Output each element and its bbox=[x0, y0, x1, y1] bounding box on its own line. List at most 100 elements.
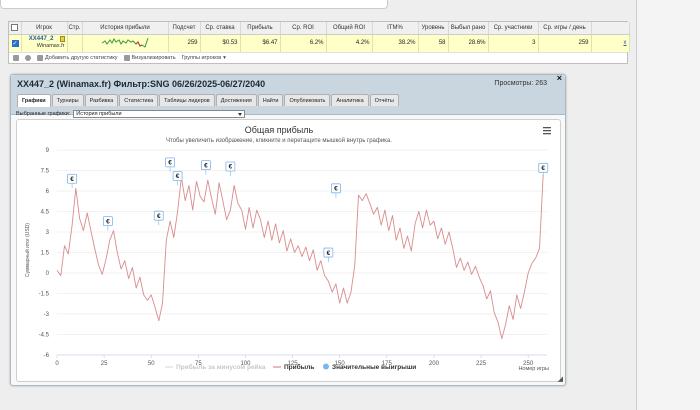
header-profit-history[interactable]: История прибыли bbox=[82, 22, 169, 35]
resize-handle-icon[interactable]: ◢ bbox=[558, 376, 563, 383]
total-roi-cell: 4.2% bbox=[326, 34, 373, 52]
big-win-marker[interactable]: € bbox=[225, 161, 236, 176]
header-level[interactable]: Уровень bbox=[418, 22, 449, 35]
legend-item-big-wins[interactable]: Значительные выигрыши bbox=[323, 363, 416, 372]
page-cell bbox=[67, 34, 83, 52]
big-win-marker[interactable]: € bbox=[538, 162, 549, 178]
x-tick-label: 200 bbox=[429, 361, 440, 367]
tab-analytics[interactable]: Аналитика bbox=[331, 94, 369, 106]
tab-tournaments[interactable]: Турниры bbox=[51, 94, 84, 106]
y-tick-label: 6 bbox=[46, 189, 50, 195]
header-avg-stake[interactable]: Ср. ставка bbox=[200, 22, 241, 35]
chart-menu-icon[interactable] bbox=[543, 127, 551, 135]
big-win-label: € bbox=[70, 176, 74, 183]
player-graph-panel: XX447_2 (Winamax.fr) Фильтр:SNG 06/26/20… bbox=[10, 73, 566, 386]
y-tick-label: -4.5 bbox=[39, 333, 50, 339]
visualize-button[interactable]: Визуализировать bbox=[123, 55, 176, 61]
y-tick-label: 4.5 bbox=[41, 210, 50, 216]
player-name-link[interactable]: XX447_2 bbox=[29, 36, 54, 42]
header-count[interactable]: Подсчет bbox=[168, 22, 201, 35]
table-header-row: Игрок Стр. История прибыли Подсчет Ср. с… bbox=[9, 22, 630, 35]
chart-container[interactable]: 9 7.5 6 4.5 3 1.5 0 -1.5 -3 -4.5 -6 0 25 50 75 100 125 15… bbox=[16, 119, 561, 382]
big-win-marker[interactable]: € bbox=[331, 183, 341, 198]
chart-icon bbox=[123, 55, 130, 61]
close-icon[interactable]: × bbox=[557, 73, 562, 83]
header-games-per-day[interactable]: Ср. игры / день bbox=[538, 22, 592, 35]
tab-achievements[interactable]: Достижения bbox=[215, 94, 257, 106]
refresh-icon[interactable] bbox=[25, 55, 31, 61]
tab-breakdown[interactable]: Разбивка bbox=[84, 94, 119, 106]
itm-cell: 38.2% bbox=[372, 34, 419, 52]
tab-statistics[interactable]: Статистика bbox=[119, 94, 159, 106]
tab-reports[interactable]: Отчёты bbox=[369, 94, 399, 106]
avg-stake-cell: $0.53 bbox=[200, 34, 241, 52]
legend-label-profit: Прибыль bbox=[284, 363, 314, 371]
big-win-label: € bbox=[168, 160, 172, 167]
big-win-marker[interactable]: € bbox=[323, 247, 334, 263]
header-extra bbox=[591, 22, 630, 35]
big-win-label: € bbox=[204, 162, 208, 169]
y-tick-label: 7.5 bbox=[41, 169, 50, 175]
header-early-bust[interactable]: Выбыл рано bbox=[448, 22, 489, 35]
table-toolbar: Добавить другую статистику Визуализирова… bbox=[9, 52, 627, 63]
tab-publish[interactable]: Опубликовать bbox=[284, 94, 331, 106]
header-avg-roi[interactable]: Ср. ROI bbox=[280, 22, 327, 35]
header-select-all[interactable] bbox=[9, 22, 22, 35]
tab-graphs[interactable]: Графики bbox=[17, 94, 51, 107]
row-checkbox-cell[interactable]: ✓ bbox=[9, 34, 22, 52]
y-tick-label: 0 bbox=[46, 271, 50, 277]
legend-item-rake[interactable]: Прибыль за минусом рейка bbox=[165, 363, 266, 371]
player-site: Winamax.fr bbox=[36, 43, 65, 50]
y-tick-label: 9 bbox=[46, 148, 50, 154]
big-win-label: € bbox=[541, 165, 545, 172]
tab-leaderboards[interactable]: Таблицы лидеров bbox=[159, 94, 215, 106]
player-groups-dropdown[interactable]: Группы игроков ▾ bbox=[182, 55, 226, 61]
profit-chart[interactable]: 97.564.531.50-1.5-3-4.5-60 25 50 75 100 125 15… bbox=[17, 120, 560, 381]
y-tick-label: 1.5 bbox=[41, 251, 50, 257]
remove-row-link[interactable]: x bbox=[624, 40, 627, 46]
y-tick-label: -1.5 bbox=[39, 292, 50, 298]
x-tick-label: 50 bbox=[148, 361, 155, 367]
legend-label-big-wins: Значительные выигрыши bbox=[332, 364, 416, 371]
add-stats-button[interactable]: Добавить другую статистику bbox=[37, 55, 118, 61]
chart-legend: Прибыль за минусом рейка Прибыль Значите… bbox=[165, 363, 416, 371]
remove-row-cell[interactable]: x bbox=[591, 34, 630, 52]
graph-select[interactable]: История прибыли bbox=[73, 110, 246, 118]
player-cell[interactable]: XX447_2 Winamax.fr bbox=[21, 34, 68, 52]
legend-item-profit[interactable]: Прибыль bbox=[273, 363, 314, 371]
big-win-marker[interactable]: € bbox=[200, 160, 211, 175]
profit-sparkline[interactable] bbox=[100, 35, 150, 49]
chevron-down-icon: ▾ bbox=[223, 55, 226, 61]
header-profit[interactable]: Прибыль bbox=[240, 22, 281, 35]
table-row[interactable]: ✓ XX447_2 Winamax.fr 259 $0.53 $6.47 6.2… bbox=[9, 34, 630, 52]
big-win-label: € bbox=[106, 218, 110, 225]
stats-table: Игрок Стр. История прибыли Подсчет Ср. с… bbox=[9, 22, 630, 52]
header-total-roi[interactable]: Общий ROI bbox=[326, 22, 373, 35]
tab-find[interactable]: Найти bbox=[257, 94, 284, 106]
profit-cell: $6.47 bbox=[240, 34, 281, 52]
top-strip bbox=[0, 0, 388, 9]
header-page[interactable]: Стр. bbox=[67, 22, 83, 35]
legend-label-rake: Прибыль за минусом рейка bbox=[176, 363, 266, 371]
select-all-checkbox[interactable] bbox=[11, 24, 19, 32]
chart-subtitle: Чтобы увеличить изображение, кликните и … bbox=[166, 137, 392, 144]
header-avg-entrants[interactable]: Ср. участники bbox=[488, 22, 539, 35]
panel-title: XX447_2 (Winamax.fr) Фильтр:SNG 06/26/20… bbox=[17, 79, 266, 89]
note-icon[interactable] bbox=[59, 36, 65, 43]
early-bust-cell: 28.6% bbox=[448, 34, 489, 52]
profit-history-cell[interactable] bbox=[82, 34, 169, 52]
trash-icon[interactable] bbox=[13, 55, 19, 61]
row-checkbox[interactable]: ✓ bbox=[11, 39, 19, 47]
header-itm[interactable]: ITM% bbox=[372, 22, 419, 35]
graph-select-label: Выбранные графики: bbox=[16, 111, 71, 117]
big-win-marker[interactable]: € bbox=[67, 173, 77, 189]
big-win-marker[interactable]: € bbox=[153, 210, 164, 226]
big-win-marker[interactable]: € bbox=[102, 216, 113, 231]
level-cell: 58 bbox=[418, 34, 449, 52]
big-win-marker[interactable]: € bbox=[165, 157, 175, 172]
player-groups-label: Группы игроков bbox=[181, 55, 222, 61]
y-tick-label: 3 bbox=[46, 230, 50, 236]
big-win-label: € bbox=[334, 186, 338, 193]
header-player[interactable]: Игрок bbox=[21, 22, 68, 35]
x-tick-label: 0 bbox=[55, 361, 59, 367]
